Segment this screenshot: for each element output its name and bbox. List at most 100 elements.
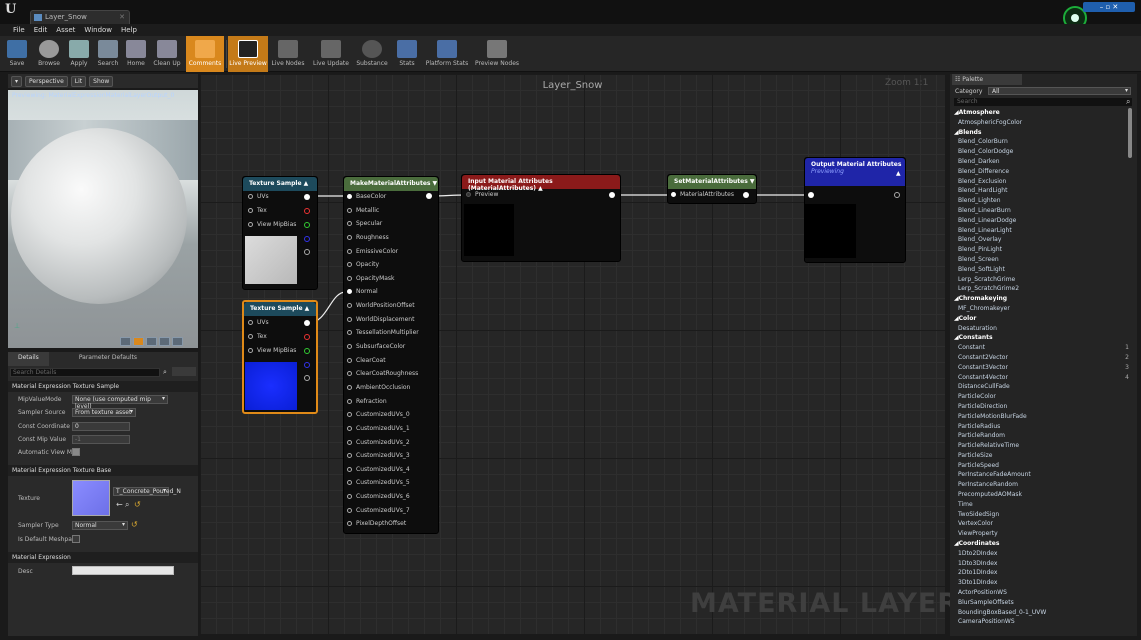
palette-item[interactable]: Blend_LinearLight <box>954 226 1129 236</box>
menu-asset[interactable]: Asset <box>56 26 75 34</box>
palette-item[interactable]: Blend_ColorBurn <box>954 137 1129 147</box>
unreal-logo-icon[interactable]: U <box>5 2 16 17</box>
browse-asset-icon[interactable]: ⌕ <box>125 500 129 510</box>
tab-details[interactable]: Details <box>8 352 49 366</box>
palette-tab[interactable]: ☷ Palette <box>952 74 1022 85</box>
set-attributes-output-pin[interactable] <box>743 192 749 198</box>
palette-category[interactable]: ◢Constants <box>954 333 1129 343</box>
texture-asset-dropdown[interactable]: T_Concrete_Poured_N <box>113 487 181 496</box>
palette-item[interactable]: TwoSidedSign <box>954 510 1129 520</box>
palette-item[interactable]: VertexColor <box>954 519 1129 529</box>
pin-subsurfacecolor[interactable]: SubsurfaceColor <box>347 340 437 354</box>
default-meshpaint-checkbox[interactable] <box>72 535 80 543</box>
pin-pixeldepthoffset[interactable]: PixelDepthOffset <box>347 517 437 531</box>
cleanup-button[interactable]: Clean Up <box>150 36 184 72</box>
palette-item[interactable]: Blend_ColorDodge <box>954 147 1129 157</box>
palette-item[interactable]: PerInstanceRandom <box>954 480 1129 490</box>
use-selected-arrow-icon[interactable]: ← <box>116 500 123 509</box>
collapse-arrow-icon[interactable]: ▲ <box>896 170 901 177</box>
perspective-button[interactable]: Perspective <box>25 75 68 87</box>
apply-button[interactable]: Apply <box>66 36 92 72</box>
palette-search-input[interactable]: Search <box>954 98 1132 106</box>
browse-button[interactable]: Browse <box>34 36 64 72</box>
sphere-mesh-icon[interactable] <box>133 337 144 346</box>
pin-tessellationmultiplier[interactable]: TessellationMultiplier <box>347 326 437 340</box>
output-pin-g[interactable] <box>304 348 310 354</box>
pin-opacitymask[interactable]: OpacityMask <box>347 272 437 286</box>
palette-item[interactable]: Blend_HardLight <box>954 186 1129 196</box>
pin-normal[interactable]: Normal <box>347 285 437 299</box>
palette-search-icon[interactable]: ⌕ <box>1126 97 1130 107</box>
output-pin-a[interactable] <box>304 249 310 255</box>
palette-item[interactable]: ParticleRandom <box>954 431 1129 441</box>
lit-button[interactable]: Lit <box>70 75 87 87</box>
palette-category[interactable]: ◢Color <box>954 314 1129 324</box>
make-attributes-output-pin[interactable] <box>426 193 432 199</box>
set-material-attributes-node[interactable]: SetMaterialAttributes ▼ <box>667 174 757 204</box>
pin-view-mipbias[interactable]: View MipBias <box>248 347 296 354</box>
pin-view-mipbias[interactable]: View MipBias <box>248 221 296 228</box>
palette-item[interactable]: BoundingBoxBased_0-1_UVW <box>954 608 1129 618</box>
palette-item[interactable]: ParticleRelativeTime <box>954 441 1129 451</box>
palette-item[interactable]: Blend_Exclusion <box>954 177 1129 187</box>
palette-item[interactable]: Constant2Vector 2 <box>954 353 1129 363</box>
preview-sphere[interactable] <box>11 128 187 304</box>
desc-input[interactable] <box>72 566 174 575</box>
pin-preview[interactable]: Preview <box>466 191 498 198</box>
home-button[interactable]: Home <box>124 36 148 72</box>
pin-customizeduvs_1[interactable]: CustomizedUVs_1 <box>347 422 437 436</box>
pin-worlddisplacement[interactable]: WorldDisplacement <box>347 313 437 327</box>
palette-item[interactable]: Constant 1 <box>954 343 1129 353</box>
palette-item[interactable]: DistanceCullFade <box>954 382 1129 392</box>
category-dropdown[interactable]: All <box>988 87 1131 95</box>
output-pin-g[interactable] <box>304 222 310 228</box>
pin-customizeduvs_3[interactable]: CustomizedUVs_3 <box>347 449 437 463</box>
show-button[interactable]: Show <box>89 75 114 87</box>
palette-item[interactable]: Blend_Overlay <box>954 235 1129 245</box>
palette-item[interactable]: 1Dto3DIndex <box>954 559 1129 569</box>
output-attributes-out-pin[interactable] <box>894 192 900 198</box>
close-tab-icon[interactable]: ✕ <box>119 13 125 21</box>
palette-item[interactable]: 3Dto1DIndex <box>954 578 1129 588</box>
texture-thumbnail[interactable] <box>72 480 110 516</box>
palette-item[interactable]: PrecomputedAOMask <box>954 490 1129 500</box>
pin-basecolor[interactable]: BaseColor <box>347 190 437 204</box>
tab-parameter-defaults[interactable]: Parameter Defaults <box>69 352 147 366</box>
platform-stats-button[interactable]: Platform Stats <box>424 36 470 72</box>
section-texture-base[interactable]: Material Expression Texture Base <box>8 465 198 476</box>
live-preview-button[interactable]: Live Preview <box>228 36 268 72</box>
pin-uvs[interactable]: UVs <box>248 193 269 200</box>
palette-category[interactable]: ◢Blends <box>954 128 1129 138</box>
menu-file[interactable]: File <box>13 26 25 34</box>
stats-button[interactable]: Stats <box>396 36 418 72</box>
palette-scrollbar[interactable] <box>1128 108 1132 158</box>
viewport-options-button[interactable]: ▾ <box>11 75 23 87</box>
const-mip-value-input[interactable]: -1 <box>72 435 130 444</box>
palette-item[interactable]: Constant3Vector 3 <box>954 363 1129 373</box>
palette-item[interactable]: MF_Chromakeyer <box>954 304 1129 314</box>
palette-item[interactable]: Blend_Darken <box>954 157 1129 167</box>
reset-to-default-icon[interactable]: ↺ <box>134 500 141 509</box>
palette-category[interactable]: ◢Chromakeying <box>954 294 1129 304</box>
palette-category[interactable]: ◢Atmosphere <box>954 108 1129 118</box>
palette-item[interactable]: ParticleRadius <box>954 422 1129 432</box>
search-icon[interactable]: ⌕ <box>163 368 167 377</box>
live-nodes-button[interactable]: Live Nodes <box>270 36 306 72</box>
palette-item[interactable]: Lerp_ScratchGrime <box>954 275 1129 285</box>
output-pin-r[interactable] <box>304 208 310 214</box>
teapot-mesh-icon[interactable] <box>172 337 183 346</box>
palette-item[interactable]: Desaturation <box>954 324 1129 334</box>
plane-mesh-icon[interactable] <box>146 337 157 346</box>
pin-customizeduvs_6[interactable]: CustomizedUVs_6 <box>347 490 437 504</box>
pin-uvs[interactable]: UVs <box>248 319 269 326</box>
section-texture-sample[interactable]: Material Expression Texture Sample <box>8 381 198 392</box>
search-button[interactable]: Search <box>94 36 122 72</box>
cylinder-mesh-icon[interactable] <box>120 337 131 346</box>
palette-item[interactable]: CameraPositionWS <box>954 617 1129 627</box>
automatic-view-mip-checkbox[interactable] <box>72 448 80 456</box>
sampler-source-dropdown[interactable]: From texture asset <box>72 408 136 417</box>
document-tab[interactable]: Layer_Snow ✕ <box>30 10 130 24</box>
pin-tex[interactable]: Tex <box>248 207 267 214</box>
output-pin-r[interactable] <box>304 334 310 340</box>
pin-clearcoat[interactable]: ClearCoat <box>347 354 437 368</box>
